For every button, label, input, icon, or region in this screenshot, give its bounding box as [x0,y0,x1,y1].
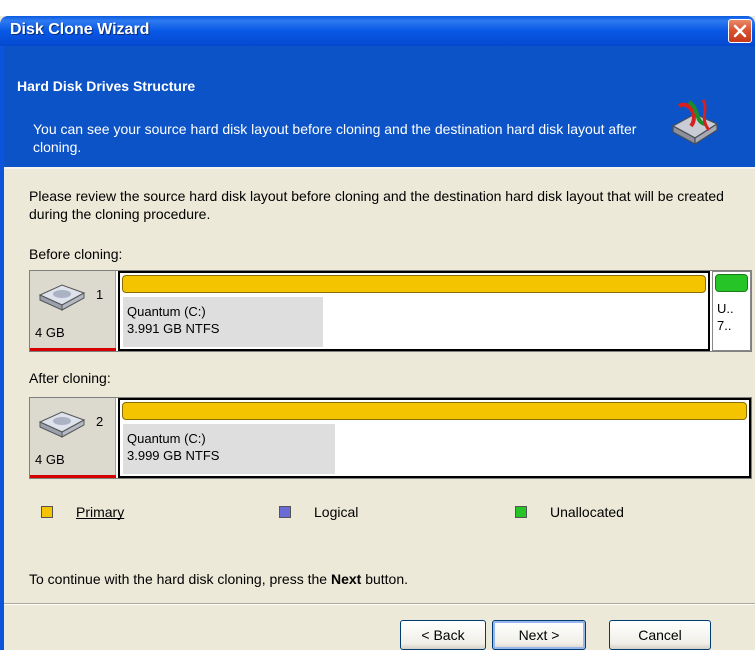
disk-size: 4 GB [35,452,65,467]
title-bar[interactable]: Disk Clone Wizard [0,16,755,46]
disk-number: 2 [96,414,104,429]
wizard-header: Hard Disk Drives Structure You can see y… [4,46,755,169]
disk-info-cell: 2 4 GB [30,398,116,478]
partition-primary-c[interactable]: Quantum (C:) 3.991 GB NTFS [118,271,710,351]
partition-info: Quantum (C:) 3.999 GB NTFS [123,424,335,474]
disk-clone-wizard-window: Disk Clone Wizard Hard Disk Drives Struc… [0,0,755,650]
partition-detail: 3.999 GB NTFS [127,448,220,463]
before-disk-row[interactable]: 1 4 GB Quantum (C:) 3.991 GB NTFS U.. 7.… [29,270,752,352]
unallocated-line-1: U.. [717,301,734,316]
close-button[interactable] [728,19,752,43]
primary-swatch [41,506,53,518]
partition-primary-c[interactable]: Quantum (C:) 3.999 GB NTFS [118,398,751,478]
partition-info: Quantum (C:) 3.991 GB NTFS [123,297,323,347]
disk-size: 4 GB [35,325,65,340]
cancel-button[interactable]: Cancel [609,620,711,650]
next-button[interactable]: Next > [492,620,586,650]
unallocated-partition-bar [715,274,748,292]
before-cloning-label: Before cloning: [29,246,123,262]
window-title: Disk Clone Wizard [10,21,150,38]
top-strip [0,0,755,16]
logical-swatch [279,506,291,518]
unallocated-line-2: 7.. [717,318,732,333]
close-icon [733,24,747,38]
legend-label: Primary [76,504,125,520]
footer-separator [4,603,755,605]
disk-red-underline [30,348,116,351]
partition-unallocated[interactable]: U.. 7.. [712,271,751,351]
primary-partition-bar [122,402,747,420]
after-cloning-label: After cloning: [29,370,111,386]
footer-text-before: To continue with the hard disk cloning, … [29,571,331,587]
footer-text-after: button. [361,571,409,587]
header-description: You can see your source hard disk layout… [33,121,637,155]
partition-detail: 3.991 GB NTFS [127,321,220,336]
legend-label: Unallocated [550,504,624,520]
header-title: Hard Disk Drives Structure [17,78,196,94]
unallocated-swatch [515,506,527,518]
primary-partition-bar [122,275,706,293]
unallocated-info: U.. 7.. [717,300,734,334]
back-button[interactable]: < Back [400,620,486,650]
disk-red-underline [30,475,116,478]
hard-disk-icon [38,284,86,311]
partition-name: Quantum (C:) [127,304,206,319]
disk-number: 1 [96,287,104,302]
after-disk-row[interactable]: 2 4 GB Quantum (C:) 3.999 GB NTFS [29,397,752,479]
partition-name: Quantum (C:) [127,431,206,446]
hard-disk-icon [38,411,86,438]
legend-label: Logical [314,504,359,520]
footer-text-bold: Next [330,571,362,587]
footer-instruction: To continue with the hard disk cloning, … [29,571,408,587]
intro-text: Please review the source hard disk layou… [29,188,724,222]
disk-clone-icon [671,99,719,146]
disk-info-cell: 1 4 GB [30,271,116,351]
